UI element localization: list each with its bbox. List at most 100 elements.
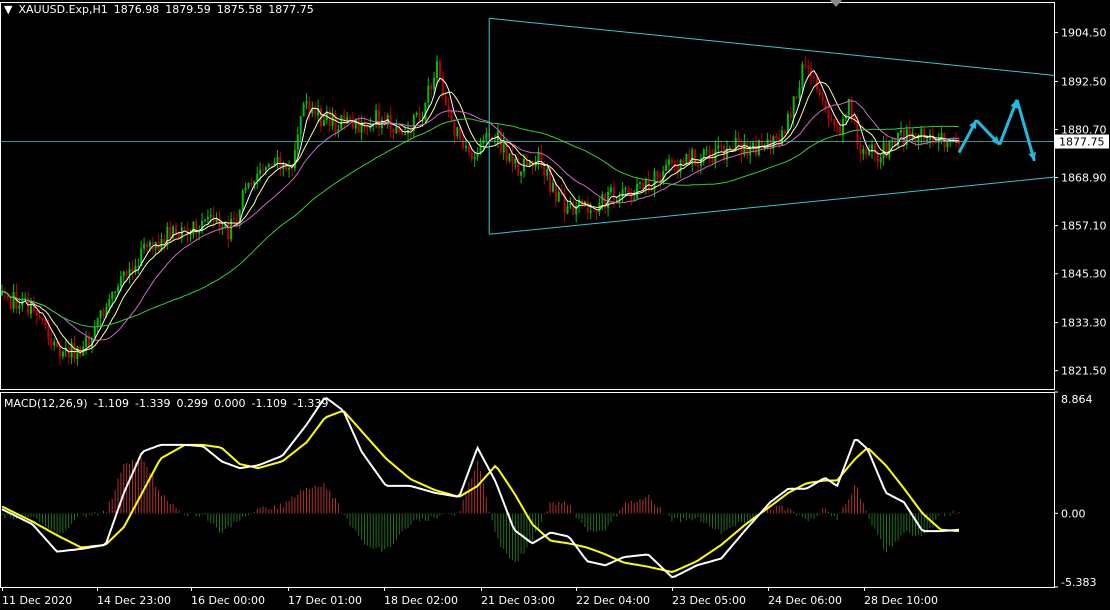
candle-body [612, 187, 615, 200]
trading-chart[interactable]: 1904.501892.501880.701868.901857.101845.… [0, 0, 1110, 610]
candle-body [668, 159, 670, 165]
candle-body [230, 218, 233, 240]
candle-body [125, 271, 128, 276]
projection-segment[interactable] [1015, 99, 1036, 162]
candle-body [882, 142, 885, 158]
macd-tick-label: -5.383 [1061, 576, 1096, 589]
macd-value-5: -1.109 [251, 397, 287, 410]
candle-body [302, 103, 305, 117]
candle-body [520, 171, 523, 176]
candle-body [38, 315, 41, 318]
candle-body [485, 133, 488, 140]
candle-body [752, 142, 755, 146]
time-tick-label: 23 Dec 05:00 [672, 594, 746, 607]
candle-body [50, 339, 53, 346]
candle-body [250, 182, 253, 185]
time-tick-label: 11 Dec 2020 [2, 594, 72, 607]
candle-body [946, 141, 949, 148]
close-value: 1877.75 [268, 3, 314, 16]
candle-body [543, 165, 546, 176]
candle-body [766, 139, 769, 146]
candle-body [624, 188, 627, 190]
candle-body [479, 143, 482, 154]
candle-body [908, 129, 911, 140]
candle-body [610, 187, 612, 192]
candle-body [923, 128, 926, 142]
candle-body [902, 129, 905, 145]
candle-body [59, 347, 61, 357]
candle-body [378, 110, 380, 129]
candle-body [299, 116, 302, 135]
price-tick-label: 1857.10 [1061, 220, 1107, 233]
candle-body [702, 149, 705, 158]
candle-body [859, 144, 862, 154]
candle-body [775, 136, 778, 139]
candle-body [18, 305, 21, 309]
candle-body [496, 130, 499, 141]
candle-body [592, 210, 595, 212]
candle-body [813, 76, 815, 78]
candle-body [876, 153, 879, 163]
candle-body [415, 112, 418, 116]
macd-value-6: -1.339 [292, 397, 329, 410]
candle-body [349, 117, 351, 120]
candle-body [717, 145, 720, 149]
candle-body [41, 317, 44, 319]
candle-body [438, 61, 441, 76]
candle-body [868, 151, 871, 155]
macd-header: MACD(12,26,9) -1.109 -1.339 0.299 0.000 -1.10… [4, 397, 334, 410]
candle-body [102, 310, 105, 317]
candle-body [209, 214, 212, 217]
chart-scroll-marker-icon[interactable] [830, 0, 842, 7]
candle-body [189, 234, 192, 236]
candle-body [865, 148, 868, 155]
candle-body [557, 191, 560, 202]
candle-body [888, 140, 891, 158]
symbol-label: XAUUSD.Exp,H1 [18, 3, 108, 16]
macd-pane[interactable] [1, 397, 960, 579]
candle-body [656, 171, 659, 180]
candle-body [697, 165, 699, 167]
candle-body [552, 182, 554, 192]
candle-body [169, 226, 172, 239]
candle-body [839, 126, 842, 136]
price-tick-label: 1904.50 [1061, 27, 1107, 40]
candle-body [818, 89, 821, 96]
candle-body [35, 311, 38, 316]
candle-body [96, 318, 99, 327]
candle-body [53, 341, 56, 346]
price-tick-label: 1868.90 [1061, 172, 1107, 185]
candle-body [827, 110, 830, 120]
candle-body [926, 139, 929, 142]
candle-body [784, 130, 786, 134]
candle-body [670, 159, 673, 164]
candle-body [514, 158, 517, 164]
candle-body [633, 198, 636, 200]
ma-fast-line [1, 69, 960, 354]
candle-body [235, 219, 238, 221]
candle-body [441, 75, 444, 96]
candle-body [462, 139, 465, 148]
price-pane[interactable] [0, 17, 1055, 366]
symbol-dropdown-icon[interactable]: ▼ [4, 3, 12, 16]
candle-body [720, 145, 723, 147]
price-pane-frame [0, 2, 1055, 390]
ma-slow-line [1, 100, 960, 341]
candle-body [114, 291, 117, 293]
candle-body [830, 119, 833, 121]
time-tick-label: 18 Dec 02:00 [384, 594, 458, 607]
candle-body [546, 168, 549, 176]
macd-tick-label: 8.864 [1061, 393, 1093, 406]
high-value: 1879.59 [165, 3, 211, 16]
candle-body [401, 132, 404, 135]
candle-body [821, 95, 824, 101]
upper-trendline[interactable] [489, 17, 1055, 76]
candle-body [276, 157, 279, 163]
time-tick-label: 28 Dec 10:00 [864, 594, 938, 607]
candle-body [575, 205, 578, 215]
candle-body [122, 271, 125, 277]
low-value: 1875.58 [216, 3, 263, 16]
candle-body [93, 326, 96, 338]
open-value: 1876.98 [113, 3, 160, 16]
candle-body [137, 265, 140, 267]
